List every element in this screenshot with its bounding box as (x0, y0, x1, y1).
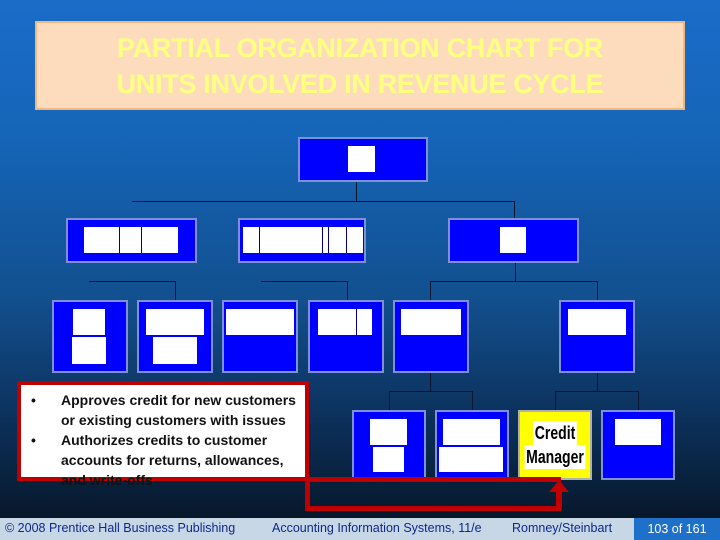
arrow-shaft-horizontal (305, 477, 561, 482)
footer-book-title: Accounting Information Systems, 11/e (272, 521, 482, 535)
connector (261, 281, 347, 282)
org-node-level3 (559, 300, 635, 373)
connector (132, 201, 514, 202)
connector (175, 281, 176, 301)
obscured-label (443, 419, 500, 445)
connector (347, 281, 348, 301)
connector (515, 263, 516, 282)
callout-box: • Approves credit for new customers or e… (17, 381, 309, 488)
obscured-label (72, 337, 106, 364)
obscured-label (401, 309, 461, 335)
obscured-label (615, 419, 661, 445)
org-node-level4 (352, 410, 426, 480)
connector (472, 391, 473, 410)
obscured-label (568, 309, 626, 335)
slide-title-line-2: UNITS INVOLVED IN REVENUE CYCLE (116, 68, 604, 99)
slide-footer: © 2008 Prentice Hall Business Publishing… (0, 518, 720, 540)
connector (430, 281, 431, 301)
org-node-level1 (298, 137, 428, 182)
connector (638, 391, 639, 410)
org-node-level3 (222, 300, 298, 373)
obscured-label (243, 227, 363, 253)
org-node-level3 (308, 300, 384, 373)
obscured-label (84, 227, 178, 253)
footer-authors: Romney/Steinbart (512, 521, 613, 535)
org-node-level2 (66, 218, 197, 263)
connector (597, 372, 598, 391)
connector (389, 391, 473, 392)
org-node-credit-manager: Credit Manager (518, 410, 592, 480)
obscured-label (153, 337, 197, 364)
connector (430, 281, 598, 282)
bullet: • (31, 432, 36, 448)
obscured-label (318, 309, 372, 335)
org-node-level3 (52, 300, 128, 373)
footer-copyright: © 2008 Prentice Hall Business Publishing (5, 521, 236, 535)
connector (389, 391, 390, 410)
org-node-level3 (393, 300, 469, 373)
obscured-label (146, 309, 204, 335)
callout-item: • Authorizes credits to customer account… (27, 430, 299, 490)
slide-title-box: PARTIAL ORGANIZATION CHART FOR UNITS INV… (35, 21, 685, 110)
callout-item: • Approves credit for new customers or e… (27, 390, 299, 430)
connector (514, 201, 515, 219)
obscured-label (373, 447, 404, 472)
obscured-label (370, 419, 407, 445)
page-number: 103 of 161 (634, 518, 720, 540)
connector (356, 181, 357, 201)
slide-title-line-1: PARTIAL ORGANIZATION CHART FOR (117, 32, 603, 63)
obscured-label (226, 309, 294, 335)
connector (430, 372, 431, 391)
connector (555, 391, 556, 410)
org-node-level3 (137, 300, 213, 373)
org-node-level4 (601, 410, 675, 480)
connector (597, 281, 598, 301)
connector (555, 391, 638, 392)
arrow-vertical-left (305, 478, 310, 511)
credit-manager-label-line1: Credit (533, 421, 577, 445)
connector (89, 281, 175, 282)
obscured-label (73, 309, 105, 335)
credit-manager-label-line2: Manager (524, 445, 586, 469)
callout-item-text: Authorizes credits to customer accounts … (61, 432, 284, 488)
obscured-label (348, 146, 375, 172)
org-node-level2 (238, 218, 366, 263)
obscured-label (439, 447, 503, 472)
org-node-level4 (435, 410, 509, 480)
callout-item-text: Approves credit for new customers or exi… (61, 392, 296, 428)
arrow-horizontal-bottom (305, 506, 561, 511)
obscured-label (500, 227, 526, 253)
bullet: • (31, 392, 36, 408)
org-node-level2 (448, 218, 579, 263)
